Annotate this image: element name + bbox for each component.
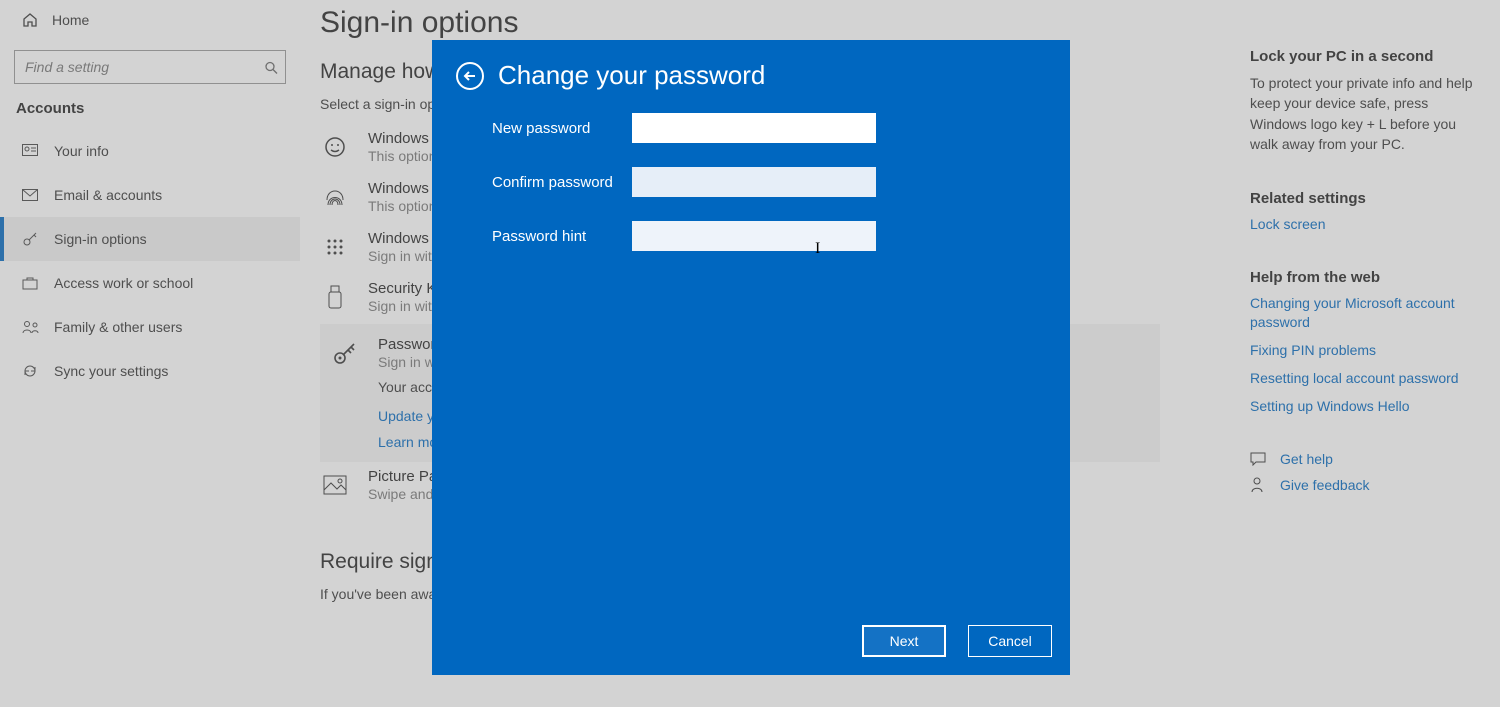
change-password-modal: Change your password New password Confir…	[432, 40, 1070, 675]
new-password-input[interactable]	[632, 113, 876, 143]
password-hint-label: Password hint	[492, 228, 632, 245]
back-button[interactable]	[456, 62, 484, 90]
next-button[interactable]: Next	[862, 625, 946, 657]
confirm-password-input[interactable]	[632, 167, 876, 197]
cancel-button[interactable]: Cancel	[968, 625, 1052, 657]
new-password-label: New password	[492, 120, 632, 137]
modal-title: Change your password	[498, 60, 765, 91]
confirm-password-label: Confirm password	[492, 174, 632, 191]
password-hint-input[interactable]	[632, 221, 876, 251]
text-cursor-icon: I	[815, 240, 820, 258]
